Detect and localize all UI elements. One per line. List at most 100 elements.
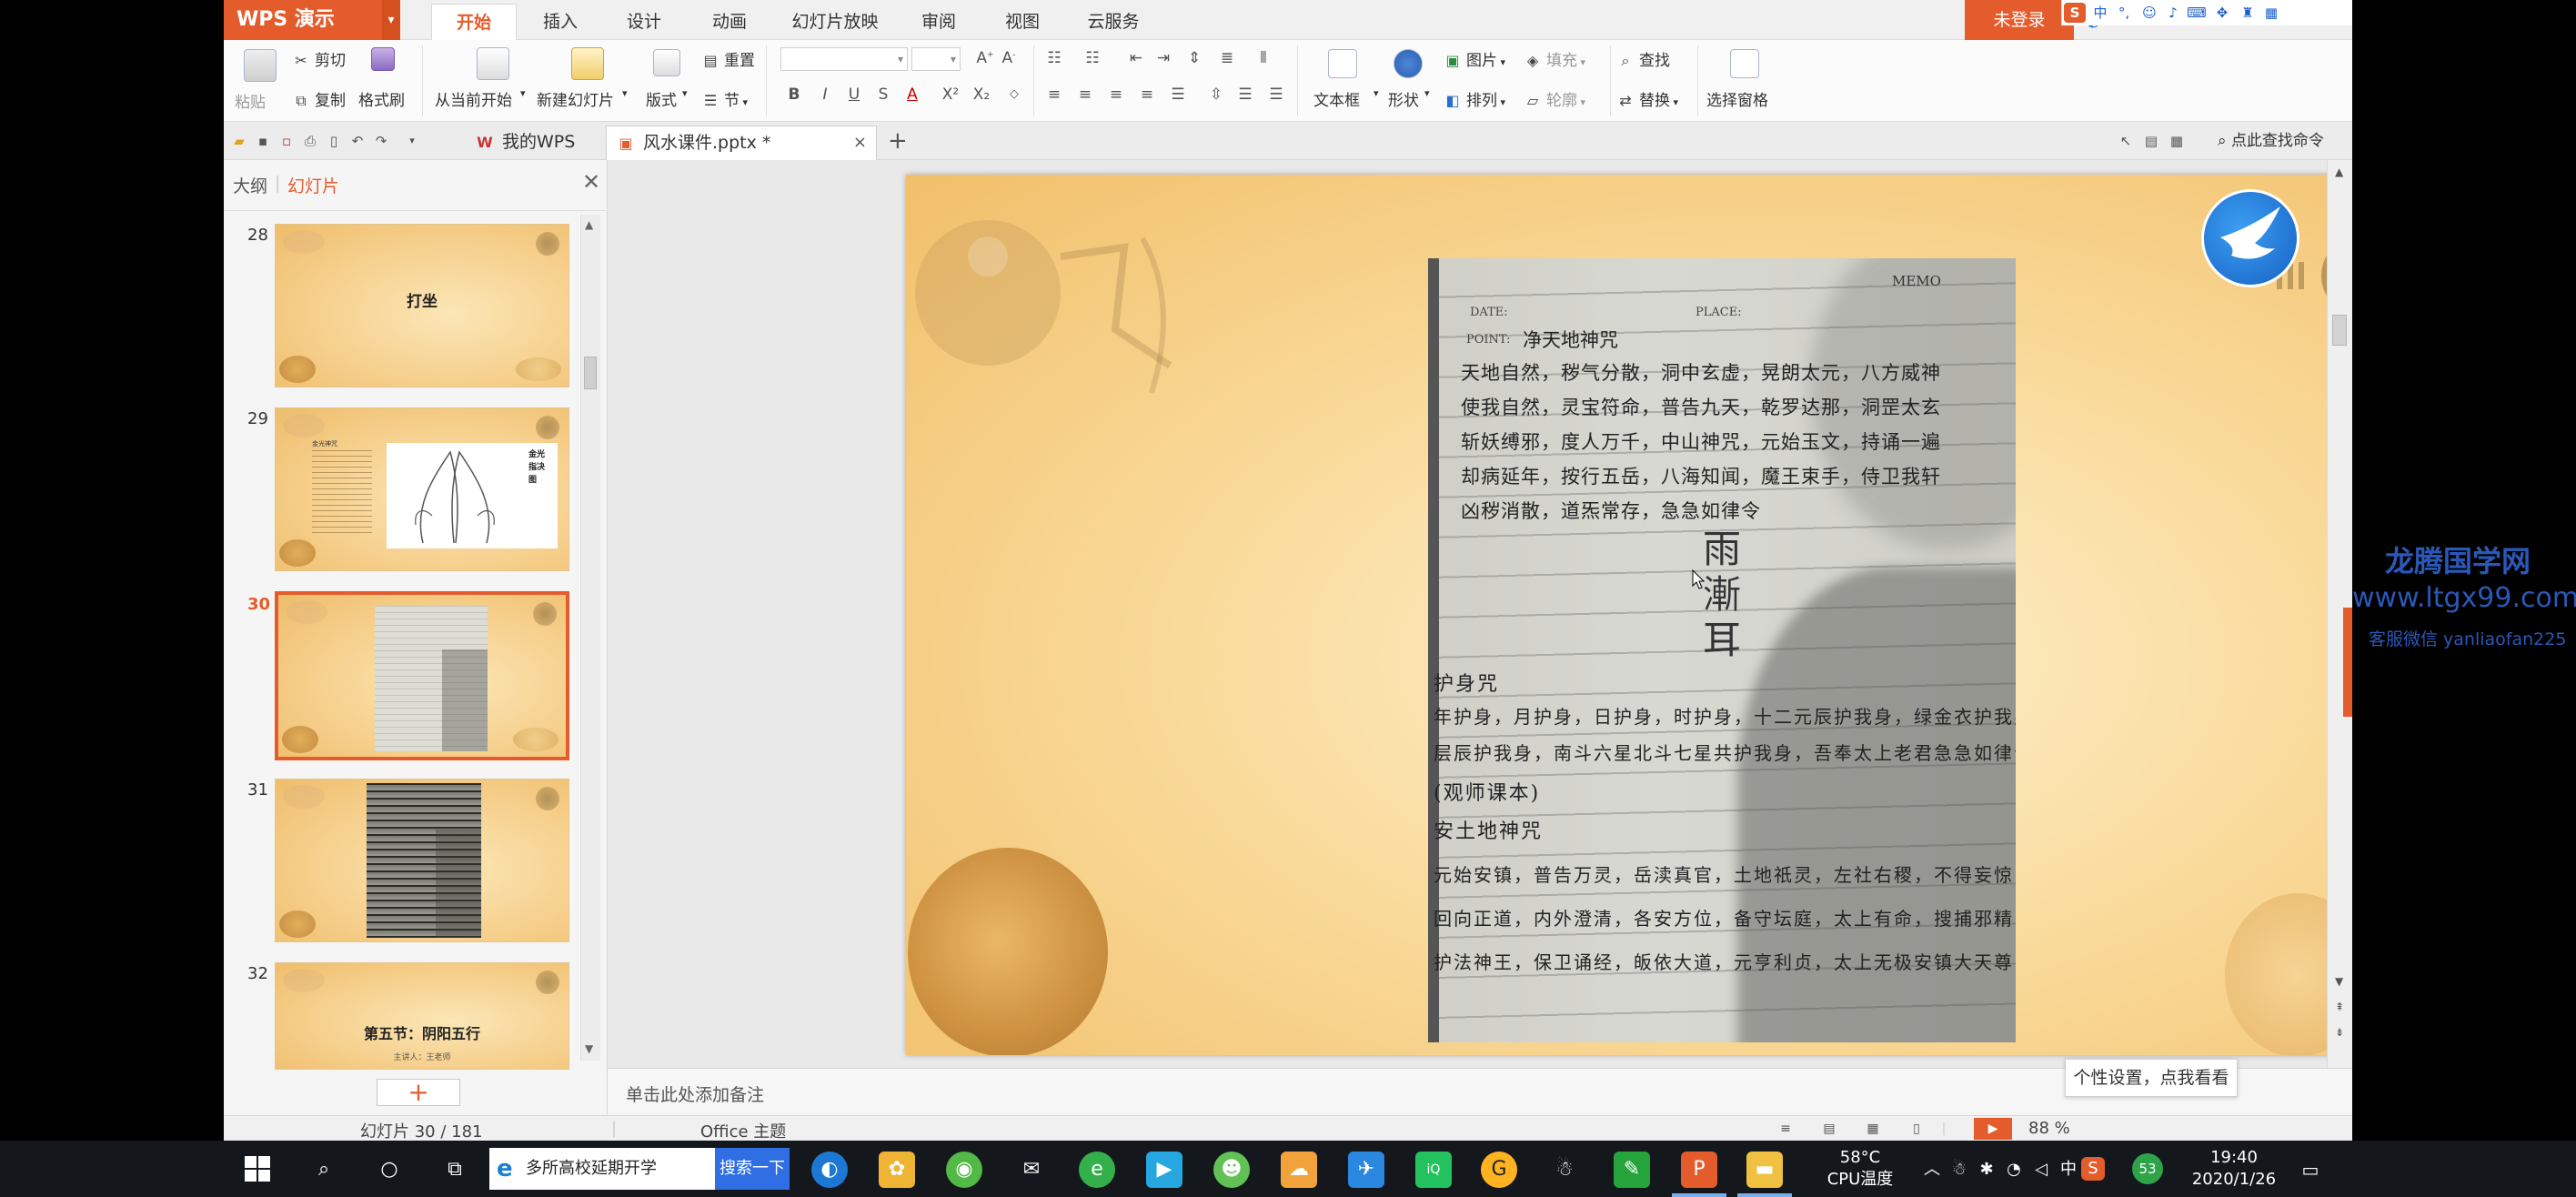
scroll-down-icon[interactable]: ▼	[585, 1042, 593, 1055]
scrollbar-thumb[interactable]	[2332, 315, 2347, 346]
shrink-font-icon[interactable]: A-	[999, 49, 1019, 67]
text-box-dropdown-icon[interactable]: ▾	[1374, 87, 1379, 99]
undo-icon[interactable]: ↶	[347, 131, 367, 151]
tab-outline[interactable]: 大纲	[233, 173, 267, 197]
slide-thumbnail-30[interactable]	[275, 591, 569, 760]
brand-dropdown-icon[interactable]: ▾	[382, 0, 400, 40]
numbered-list-icon[interactable]: ☷	[1082, 49, 1102, 67]
layout-icon[interactable]	[653, 49, 680, 76]
slide-panel-scrollbar[interactable]: ▲ ▼	[580, 215, 600, 1061]
ime-chinese-mode-icon[interactable]: 中	[2089, 3, 2111, 23]
slide-thumbnail-32[interactable]: 第五节：阴阳五行 主讲人：王老师	[275, 962, 569, 1070]
photo-app-icon[interactable]: ✿	[879, 1152, 915, 1188]
handwritten-note-photo[interactable]: MEMO DATE: PLACE: POINT: 净天地神咒 天地自然，秽气分散…	[1428, 258, 2016, 1042]
subscript-icon[interactable]: X₂	[971, 86, 991, 104]
paragraph-spacing-icon[interactable]: ⇳	[1206, 86, 1226, 104]
align-right-icon[interactable]: ≡	[1106, 86, 1126, 104]
g-app-icon[interactable]: G	[1481, 1152, 1517, 1188]
search-submit-button[interactable]: 搜索一下	[715, 1148, 790, 1190]
share-icon[interactable]: ▤	[2141, 131, 2161, 151]
normal-view-icon[interactable]: ▤	[1819, 1120, 1839, 1138]
tab-my-wps[interactable]: W 我的WPS	[466, 126, 629, 160]
scroll-down-icon[interactable]: ▼	[2335, 975, 2343, 988]
clear-format-icon[interactable]: ◇	[1004, 87, 1024, 101]
file-app-icon[interactable]: ☁	[1281, 1152, 1317, 1188]
clock-date[interactable]: 2020/1/26	[2179, 1170, 2289, 1190]
format-painter-button[interactable]: 格式刷	[358, 87, 405, 110]
save-icon[interactable]: ▪	[253, 131, 273, 151]
export-pdf-icon[interactable]: ▫	[277, 131, 297, 151]
360-browser-icon[interactable]: e	[1079, 1152, 1115, 1188]
section-button[interactable]: ☰ 节 ▾	[700, 87, 748, 111]
cortana-icon[interactable]: ○	[371, 1152, 408, 1188]
print-icon[interactable]: ⎙	[300, 131, 320, 151]
columns-icon[interactable]: ⫴	[1253, 49, 1273, 67]
layout-button[interactable]: 版式	[646, 87, 677, 110]
shadow-text-icon[interactable]: S	[873, 86, 893, 104]
windows-start-icon[interactable]	[244, 1155, 271, 1182]
tab-document[interactable]: ▣ 风水课件.pptx * ×	[606, 126, 877, 160]
file-explorer-icon[interactable]: ▬	[1746, 1152, 1783, 1188]
increase-indent-icon[interactable]: ⇥	[1153, 49, 1173, 67]
chat-app-icon[interactable]: ☻	[1213, 1152, 1250, 1188]
browser-search-input[interactable]: e 多所高校延期开学	[489, 1148, 715, 1190]
slide-thumbnail-29[interactable]: 金光神咒 金光指决图	[275, 407, 569, 571]
text-box-button[interactable]: 文本框	[1313, 87, 1360, 110]
tab-design[interactable]: 设计	[608, 4, 680, 40]
clock-time[interactable]: 19:40	[2179, 1148, 2289, 1168]
search-icon[interactable]: ⌕	[306, 1152, 342, 1188]
replace-button[interactable]: ⇄ 替换 ▾	[1615, 87, 1678, 111]
video-player-icon[interactable]: ▶	[1146, 1152, 1182, 1188]
keyboard-icon[interactable]: ⌨	[2186, 3, 2208, 23]
new-slide-dropdown-icon[interactable]: ▾	[622, 87, 628, 99]
justify-icon[interactable]: ≡	[1137, 86, 1157, 104]
notes-placeholder[interactable]: 单击此处添加备注	[626, 1081, 764, 1106]
slide-thumbnail-28[interactable]: 打坐	[275, 224, 569, 387]
wps-presentation-taskbar-icon[interactable]: P	[1681, 1152, 1717, 1188]
comment-icon[interactable]: ▦	[2167, 131, 2187, 151]
tray-sogou-icon[interactable]: S	[2081, 1157, 2105, 1181]
from-current-dropdown-icon[interactable]: ▾	[520, 87, 526, 99]
format-painter-icon[interactable]	[371, 47, 395, 71]
tab-cloud-service[interactable]: 云服务	[1070, 4, 1157, 40]
tab-slideshow[interactable]: 幻灯片放映	[779, 4, 891, 40]
find-command-search[interactable]: ⌕ 点此查找命令	[2218, 129, 2324, 153]
previous-slide-icon[interactable]: ⇞	[2335, 1001, 2344, 1013]
from-current-icon[interactable]	[477, 47, 509, 80]
text-direction-icon[interactable]: ≣	[1217, 49, 1237, 67]
wps-brand-button[interactable]: WPS 演示	[224, 0, 382, 40]
open-folder-icon[interactable]: ▰	[229, 131, 249, 151]
scrollbar-thumb[interactable]	[584, 357, 597, 389]
picture-button[interactable]: ▣ 图片 ▾	[1443, 47, 1505, 71]
reading-view-icon[interactable]: ▯	[1907, 1120, 1927, 1138]
close-tab-icon[interactable]: ×	[853, 126, 867, 159]
redo-icon[interactable]: ↷	[371, 131, 391, 151]
selection-pane-icon[interactable]	[1730, 49, 1759, 78]
convert-smartart-icon[interactable]: ☰	[1266, 86, 1286, 104]
notes-toggle-icon[interactable]: ≡	[1776, 1120, 1796, 1138]
iqiyi-icon[interactable]: iQ	[1415, 1152, 1452, 1188]
action-center-icon[interactable]: ▭	[2292, 1152, 2329, 1188]
tab-animation[interactable]: 动画	[693, 4, 766, 40]
align-center-icon[interactable]: ≡	[1075, 86, 1095, 104]
mail-icon[interactable]: ✉	[1013, 1152, 1050, 1188]
arrange-button[interactable]: ◧ 排列 ▾	[1443, 87, 1505, 111]
qq-icon[interactable]: ☃	[1546, 1152, 1583, 1188]
close-panel-icon[interactable]: ✕	[582, 169, 600, 195]
underline-icon[interactable]: U	[844, 86, 864, 104]
voice-input-icon[interactable]: ♪	[2162, 3, 2184, 23]
new-slide-icon[interactable]	[571, 47, 604, 80]
shape-dropdown-icon[interactable]: ▾	[1424, 87, 1430, 99]
bold-icon[interactable]: B	[784, 86, 804, 104]
from-current-button[interactable]: 从当前开始	[435, 87, 512, 110]
distribute-icon[interactable]: ☰	[1168, 86, 1188, 104]
bullet-list-icon[interactable]: ☷	[1044, 49, 1064, 67]
align-left-icon[interactable]: ≡	[1044, 86, 1064, 104]
side-panel-handle[interactable]	[2343, 608, 2352, 717]
reset-button[interactable]: ▤ 重置	[700, 47, 755, 71]
tab-review[interactable]: 审阅	[902, 4, 975, 40]
text-box-icon[interactable]	[1328, 49, 1357, 78]
customize-quick-access-icon[interactable]: ▾	[402, 131, 422, 151]
font-color-icon[interactable]: A	[902, 86, 922, 104]
text-align-icon[interactable]: ☰	[1235, 86, 1255, 104]
